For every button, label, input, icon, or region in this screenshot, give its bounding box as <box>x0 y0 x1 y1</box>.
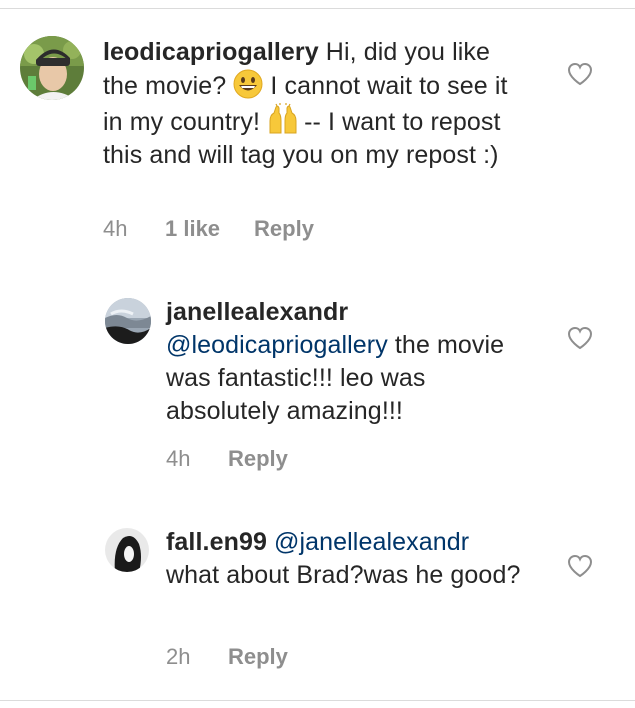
comment: leodicapriogallery Hi, did you like the … <box>0 0 635 260</box>
avatar-image <box>105 528 149 572</box>
grinning-face-emoji-icon <box>233 69 263 99</box>
comment-reply: janellealexandr @leodicapriogallery the m… <box>0 290 635 490</box>
comment-username[interactable]: fall.en99 <box>166 528 267 556</box>
avatar-image <box>20 36 84 100</box>
comment-username[interactable]: leodicapriogallery <box>103 38 319 66</box>
reply-button[interactable]: Reply <box>228 644 288 670</box>
raising-hands-emoji-icon <box>267 103 297 134</box>
comment-like-count[interactable]: 1 like <box>165 216 220 242</box>
avatar[interactable] <box>105 528 149 572</box>
comment-timestamp: 4h <box>103 216 128 241</box>
comment-meta: 4h Reply <box>166 446 288 472</box>
comment-username[interactable]: janellealexandr <box>166 298 348 326</box>
comment-body: leodicapriogallery Hi, did you like the … <box>103 36 523 172</box>
comment-mention[interactable]: @leodicapriogallery <box>166 331 388 359</box>
bottom-divider <box>0 700 635 701</box>
comment-meta: 4h 1 like Reply <box>103 216 314 242</box>
heart-icon[interactable] <box>567 326 593 350</box>
comment-meta: 2h Reply <box>166 644 288 670</box>
reply-button[interactable]: Reply <box>254 216 314 242</box>
comment-timestamp: 4h <box>166 446 191 471</box>
heart-icon[interactable] <box>567 554 593 578</box>
comment-body: fall.en99 @janellealexandr what about Br… <box>166 526 526 592</box>
comment-mention[interactable]: @janellealexandr <box>274 528 469 556</box>
avatar-image <box>105 298 151 344</box>
avatar[interactable] <box>20 36 84 100</box>
reply-button[interactable]: Reply <box>228 446 288 472</box>
comment-text: what about Brad?was he good? <box>166 561 521 589</box>
heart-icon[interactable] <box>567 62 593 86</box>
comment-body: janellealexandr @leodicapriogallery the m… <box>166 296 516 428</box>
comment-timestamp: 2h <box>166 644 191 669</box>
avatar[interactable] <box>105 298 151 344</box>
comment-reply: fall.en99 @janellealexandr what about Br… <box>0 520 635 690</box>
